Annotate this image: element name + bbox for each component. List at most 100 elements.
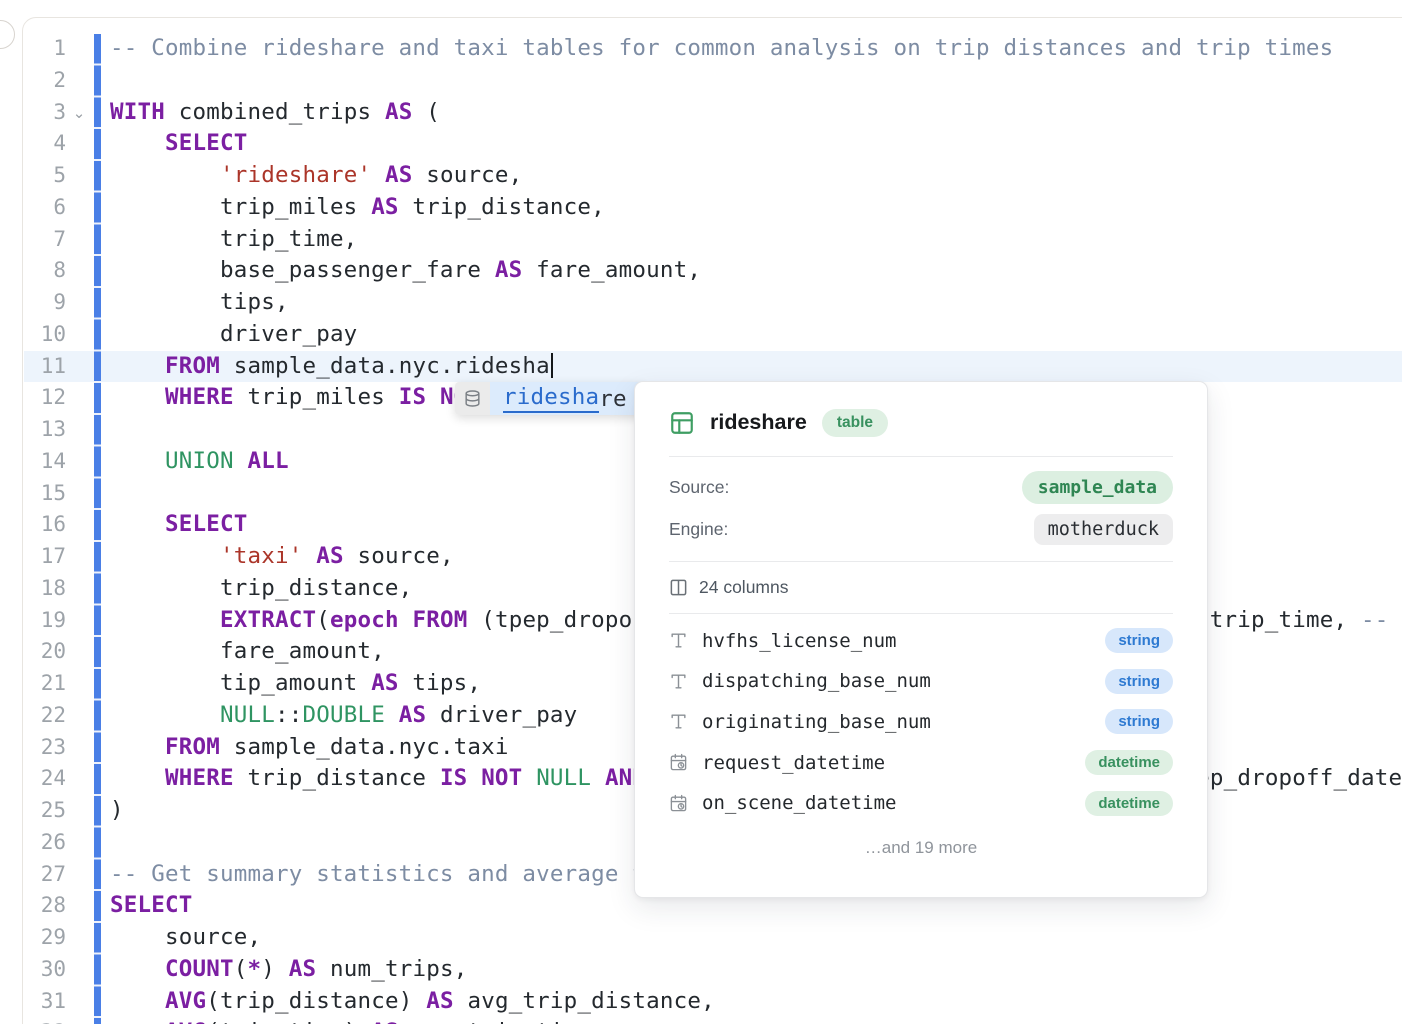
- gutter-row: 3⌄: [0, 97, 100, 129]
- column-name: originating_base_num: [702, 711, 1091, 733]
- line-number[interactable]: 7: [0, 224, 66, 256]
- code-token: AS: [385, 99, 413, 125]
- code-line[interactable]: 'rideshare' AS source,: [110, 160, 1402, 192]
- autocomplete-match-text: ridesha: [503, 384, 599, 413]
- code-line[interactable]: WITH combined_trips AS (: [110, 97, 1402, 129]
- column-type-badge: datetime: [1085, 791, 1173, 816]
- code-token: NULL: [220, 702, 275, 728]
- code-token: AS: [371, 194, 399, 220]
- code-token: WITH: [110, 99, 165, 125]
- code-line[interactable]: AVG(trip_distance) AS avg_trip_distance,: [110, 986, 1402, 1018]
- code-line[interactable]: trip_time,: [110, 224, 1402, 256]
- table-type-badge: table: [822, 409, 888, 437]
- line-number[interactable]: 12: [0, 382, 66, 414]
- code-line[interactable]: [110, 65, 1402, 97]
- code-token: [110, 988, 165, 1014]
- column-type-badge: datetime: [1085, 750, 1173, 775]
- line-number[interactable]: 1: [0, 33, 66, 65]
- gutter-row: 10: [0, 319, 100, 351]
- type-icon: [669, 712, 688, 731]
- code-line[interactable]: SELECT: [110, 128, 1402, 160]
- line-number[interactable]: 11: [0, 351, 66, 383]
- gutter-row: 30: [0, 954, 100, 986]
- gutter-row: 14: [0, 446, 100, 478]
- code-token: COUNT: [165, 956, 234, 982]
- column-row[interactable]: hvfhs_license_num string: [669, 621, 1173, 662]
- line-number[interactable]: 25: [0, 795, 66, 827]
- column-name: hvfhs_license_num: [702, 630, 1091, 652]
- code-token: AS: [495, 257, 523, 283]
- line-number[interactable]: 22: [0, 700, 66, 732]
- line-number[interactable]: 9: [0, 287, 66, 319]
- line-number[interactable]: 18: [0, 573, 66, 605]
- line-number[interactable]: 20: [0, 636, 66, 668]
- code-line[interactable]: driver_pay: [110, 319, 1402, 351]
- line-number[interactable]: 17: [0, 541, 66, 573]
- column-type-badge: string: [1105, 669, 1173, 694]
- line-number[interactable]: 30: [0, 954, 66, 986]
- code-line[interactable]: AVG(trip_time) AS avg_trip_time,: [110, 1017, 1402, 1024]
- line-number[interactable]: 31: [0, 986, 66, 1018]
- line-number[interactable]: 19: [0, 605, 66, 637]
- column-type-badge: string: [1105, 628, 1173, 653]
- code-token: AS: [385, 162, 413, 188]
- code-token: driver_pay: [110, 321, 357, 347]
- line-number[interactable]: 29: [0, 922, 66, 954]
- line-number[interactable]: 4: [0, 128, 66, 160]
- line-number[interactable]: 28: [0, 890, 66, 922]
- code-line[interactable]: -- Combine rideshare and taxi tables for…: [110, 33, 1402, 65]
- code-token: AVG: [165, 1019, 206, 1024]
- line-number[interactable]: 2: [0, 65, 66, 97]
- code-token: tip_amount: [110, 670, 371, 696]
- code-line[interactable]: trip_miles AS trip_distance,: [110, 192, 1402, 224]
- line-number[interactable]: 32: [0, 1017, 66, 1024]
- meta-label: Engine:: [669, 519, 728, 540]
- column-row[interactable]: originating_base_numstring: [669, 702, 1173, 743]
- gutter-row: 8: [0, 255, 100, 287]
- code-token: [110, 956, 165, 982]
- code-token: ALL: [247, 448, 288, 474]
- code-token: combined_trips: [165, 99, 385, 125]
- code-line[interactable]: COUNT(*) AS num_trips,: [110, 954, 1402, 986]
- code-token: NULL: [536, 765, 591, 791]
- column-row[interactable]: dispatching_base_numstring: [669, 661, 1173, 702]
- code-line[interactable]: base_passenger_fare AS fare_amount,: [110, 255, 1402, 287]
- gutter-row: 2: [0, 65, 100, 97]
- line-number[interactable]: 26: [0, 827, 66, 859]
- code-line[interactable]: tips,: [110, 287, 1402, 319]
- line-number[interactable]: 16: [0, 509, 66, 541]
- code-token: -- in seconds: [1361, 607, 1402, 633]
- line-number[interactable]: 5: [0, 160, 66, 192]
- code-token: [110, 607, 220, 633]
- code-token: [110, 734, 165, 760]
- code-token: [399, 607, 413, 633]
- code-token: [426, 384, 440, 410]
- code-token: [110, 353, 165, 379]
- gutter-row: 13: [0, 414, 100, 446]
- line-number[interactable]: 8: [0, 255, 66, 287]
- columns-count-label: 24 columns: [699, 577, 789, 598]
- meta-row: Source:sample_data: [669, 467, 1173, 509]
- line-number[interactable]: 10: [0, 319, 66, 351]
- autocomplete-item-rideshare[interactable]: rideshare: [490, 382, 643, 415]
- line-number[interactable]: 24: [0, 763, 66, 795]
- line-number[interactable]: 6: [0, 192, 66, 224]
- code-line[interactable]: source,: [110, 922, 1402, 954]
- column-row[interactable]: request_datetimedatetime: [669, 742, 1173, 783]
- code-token: trip_distance,: [399, 194, 605, 220]
- line-number[interactable]: 13: [0, 414, 66, 446]
- code-token: FROM: [412, 607, 467, 633]
- line-number[interactable]: 15: [0, 478, 66, 510]
- line-number[interactable]: 23: [0, 732, 66, 764]
- column-row[interactable]: on_scene_datetimedatetime: [669, 783, 1173, 824]
- fold-chevron-icon[interactable]: ⌄: [66, 98, 92, 130]
- code-token: SELECT: [110, 892, 192, 918]
- gutter-row: 4: [0, 128, 100, 160]
- line-number[interactable]: 27: [0, 859, 66, 891]
- line-number[interactable]: 3: [0, 97, 66, 129]
- line-number[interactable]: 21: [0, 668, 66, 700]
- code-token: sample_data.nyc.ridesha: [220, 353, 550, 379]
- code-line[interactable]: FROM sample_data.nyc.ridesha: [110, 351, 1402, 383]
- line-number[interactable]: 14: [0, 446, 66, 478]
- code-token: [234, 448, 248, 474]
